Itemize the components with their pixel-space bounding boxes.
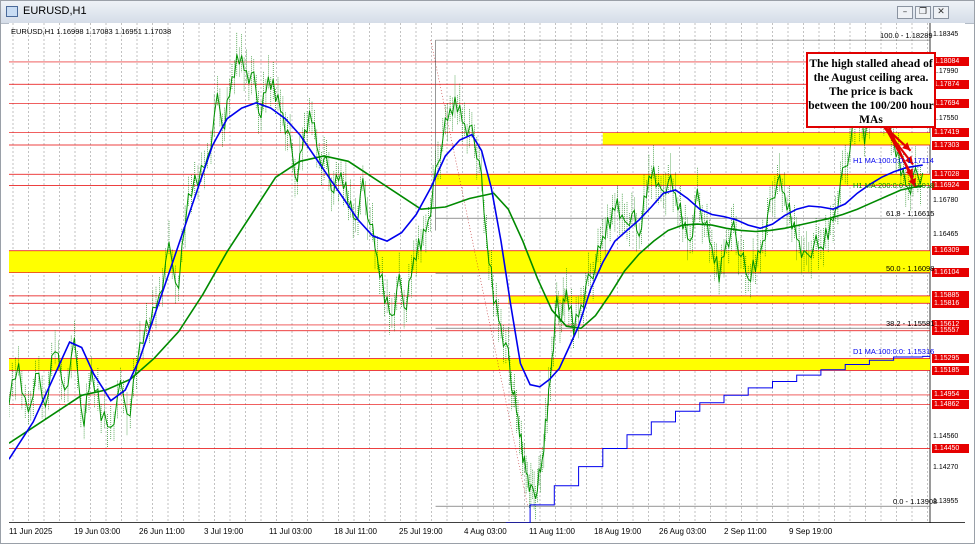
time-tick-label: 11 Aug 11:00	[529, 527, 575, 536]
time-tick-label: 4 Aug 03:00	[464, 527, 507, 536]
window-titlebar[interactable]: EURUSD,H1 – ❐ ✕	[1, 1, 974, 24]
annotation-callout: The high stalled ahead of the August cei…	[806, 52, 936, 128]
close-button[interactable]: ✕	[933, 6, 949, 19]
time-tick-label: 26 Jun 11:00	[139, 527, 185, 536]
time-tick-label: 9 Sep 19:00	[789, 527, 833, 536]
time-tick-label: 11 Jun 2025	[9, 527, 53, 536]
chart-window-icon	[6, 6, 18, 17]
yellow-zone	[602, 132, 930, 146]
time-tick-label: 3 Jul 19:00	[204, 527, 244, 536]
yellow-zone	[9, 250, 930, 273]
restore-button[interactable]: ❐	[915, 6, 931, 19]
time-tick-label: 18 Jul 11:00	[334, 527, 377, 536]
ohlc-header: EURUSD,H1 1.16998 1.17083 1.16951 1.1703…	[11, 27, 172, 36]
window-title: EURUSD,H1	[23, 5, 87, 17]
time-tick-label: 2 Sep 11:00	[724, 527, 767, 536]
chart-window[interactable]: EURUSD,H1 – ❐ ✕ 1.18345 1.17990 1.17550 1.1…	[0, 0, 975, 544]
time-tick-label: 19 Jun 03:00	[74, 527, 121, 536]
yellow-zone	[435, 174, 930, 186]
time-tick-label: 26 Aug 03:00	[659, 527, 707, 536]
time-tick-label: 18 Aug 19:00	[594, 527, 642, 536]
time-tick-label: 11 Jul 03:00	[269, 527, 312, 536]
time-tick-label: 25 Jul 19:00	[399, 527, 443, 536]
minimize-button[interactable]: –	[897, 6, 913, 19]
